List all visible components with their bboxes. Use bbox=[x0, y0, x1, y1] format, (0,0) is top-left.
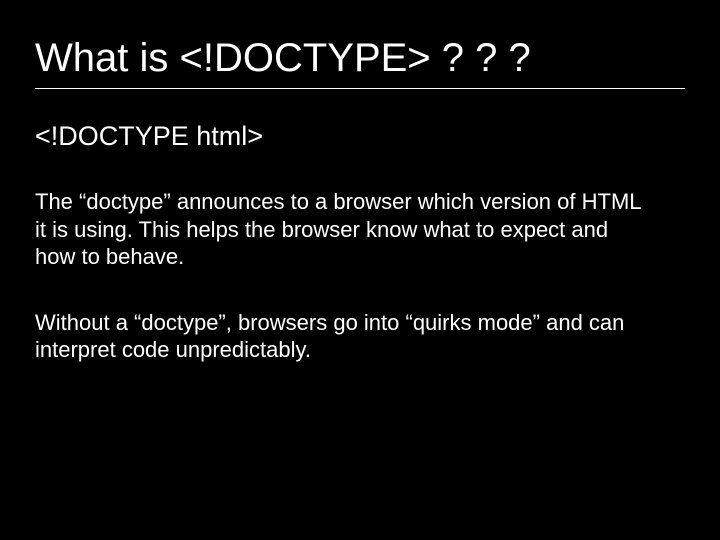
slide: What is <!DOCTYPE> ? ? ? <!DOCTYPE html>… bbox=[0, 0, 720, 540]
slide-title: What is <!DOCTYPE> ? ? ? bbox=[35, 36, 685, 89]
paragraph-2: Without a “doctype”, browsers go into “q… bbox=[35, 309, 645, 364]
paragraph-1: The “doctype” announces to a browser whi… bbox=[35, 188, 645, 271]
doctype-example: <!DOCTYPE html> bbox=[35, 121, 685, 152]
